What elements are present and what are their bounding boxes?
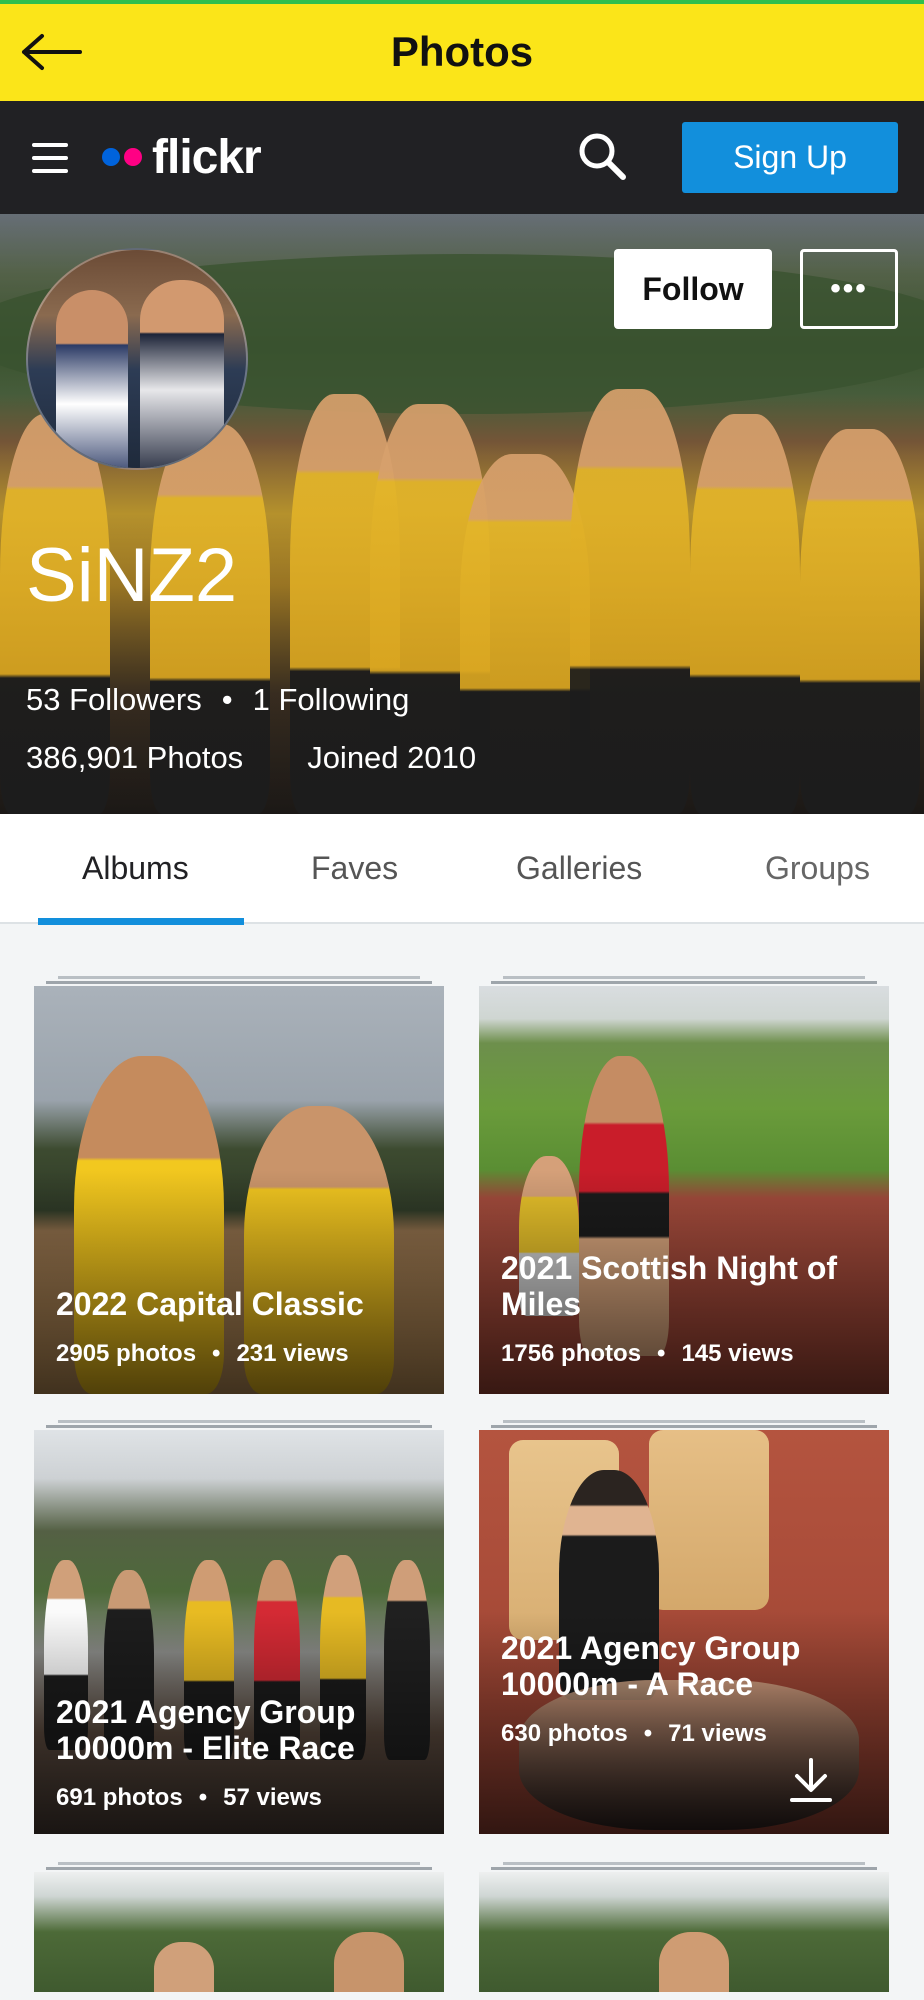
- album-stack-line: [491, 1425, 877, 1428]
- search-icon[interactable]: [576, 130, 628, 182]
- album-title: 2021 Scottish Night of Miles: [501, 1250, 838, 1322]
- avatar-person: [140, 280, 224, 468]
- album-meta: 691 photos • 57 views: [56, 1784, 322, 1812]
- sign-up-button[interactable]: Sign Up: [682, 122, 898, 193]
- cover-runner: [690, 414, 800, 814]
- album-photo-count: 1756 photos: [501, 1340, 642, 1367]
- logo-pink-dot: [124, 148, 142, 166]
- album-view-count: 231 views: [236, 1340, 349, 1367]
- album-cover-image: [479, 1872, 889, 1992]
- follow-stats: 53 Followers • 1 Following: [26, 682, 409, 718]
- separator-dot: •: [657, 1340, 666, 1367]
- album-title: 2021 Agency Group 10000m - Elite Race: [56, 1694, 356, 1766]
- album-view-count: 145 views: [681, 1340, 794, 1367]
- album-stack-line: [491, 1867, 877, 1870]
- album-meta: 630 photos • 71 views: [501, 1720, 767, 1748]
- follow-button[interactable]: Follow: [614, 249, 772, 329]
- album-view-count: 71 views: [668, 1720, 767, 1747]
- album-stack-line: [503, 1420, 865, 1423]
- album-stack-line: [503, 976, 865, 979]
- separator-dot: •: [212, 1340, 221, 1367]
- album-stack-line: [46, 1425, 432, 1428]
- tab-galleries[interactable]: Galleries: [516, 850, 642, 887]
- tab-groups[interactable]: Groups: [765, 850, 870, 887]
- active-tab-indicator: [38, 918, 244, 925]
- following-count[interactable]: 1 Following: [253, 682, 410, 717]
- page-title: Photos: [390, 28, 534, 75]
- hamburger-icon[interactable]: [32, 143, 68, 173]
- album-stack-line: [58, 976, 420, 979]
- tab-faves[interactable]: Faves: [311, 850, 398, 887]
- album-title: 2022 Capital Classic: [56, 1286, 364, 1322]
- album-cover-image: 2021 Agency Group 10000m - Elite Race 69…: [34, 1430, 444, 1834]
- album-cover-image: [34, 1872, 444, 1992]
- photos-count: 386,901 Photos: [26, 740, 244, 775]
- separator-dot: •: [643, 1720, 653, 1747]
- separator-dot: •: [221, 682, 233, 717]
- album-photo-count: 691 photos: [56, 1784, 183, 1811]
- followers-count[interactable]: 53 Followers: [26, 682, 202, 717]
- photo-figure: [659, 1932, 729, 1992]
- album-view-count: 57 views: [223, 1784, 322, 1811]
- profile-stats: 386,901 Photos Joined 2010: [26, 740, 476, 776]
- album-photo-count: 2905 photos: [56, 1340, 197, 1367]
- joined-date: Joined 2010: [307, 740, 477, 775]
- flickr-logo[interactable]: flickr: [102, 129, 262, 185]
- logo-blue-dot: [102, 148, 120, 166]
- album-stack-line: [58, 1862, 420, 1865]
- photo-figure: [649, 1430, 769, 1610]
- more-options-button[interactable]: •••: [800, 249, 898, 329]
- album-stack-line: [503, 1862, 865, 1865]
- album-stack-line: [491, 981, 877, 984]
- album-photo-count: 630 photos: [501, 1720, 628, 1747]
- cover-runner: [800, 429, 920, 814]
- album-stack-line: [46, 1867, 432, 1870]
- album-title: 2021 Agency Group 10000m - A Race: [501, 1630, 801, 1702]
- tab-albums[interactable]: Albums: [82, 850, 189, 887]
- album-stack-line: [58, 1420, 420, 1423]
- album-cover-image: 2021 Agency Group 10000m - A Race 630 ph…: [479, 1430, 889, 1834]
- photo-figure: [334, 1932, 404, 1992]
- avatar[interactable]: [26, 248, 248, 470]
- top-bar: Photos: [0, 0, 924, 101]
- download-icon[interactable]: [789, 1758, 833, 1804]
- album-cover-image: 2022 Capital Classic 2905 photos • 231 vie…: [34, 986, 444, 1394]
- album-meta: 2905 photos • 231 views: [56, 1340, 349, 1368]
- profile-username: SiNZ2: [26, 533, 238, 618]
- avatar-person: [56, 290, 128, 468]
- photo-figure: [154, 1942, 214, 1992]
- album-cover-image: 2021 Scottish Night of Miles 1756 photos…: [479, 986, 889, 1394]
- album-meta: 1756 photos • 145 views: [501, 1340, 794, 1368]
- separator-dot: •: [198, 1784, 208, 1811]
- album-stack-line: [46, 981, 432, 984]
- logo-text: flickr: [152, 130, 262, 184]
- profile-tabs: Albums Faves Galleries Groups: [0, 814, 924, 924]
- cover-runner: [570, 389, 690, 814]
